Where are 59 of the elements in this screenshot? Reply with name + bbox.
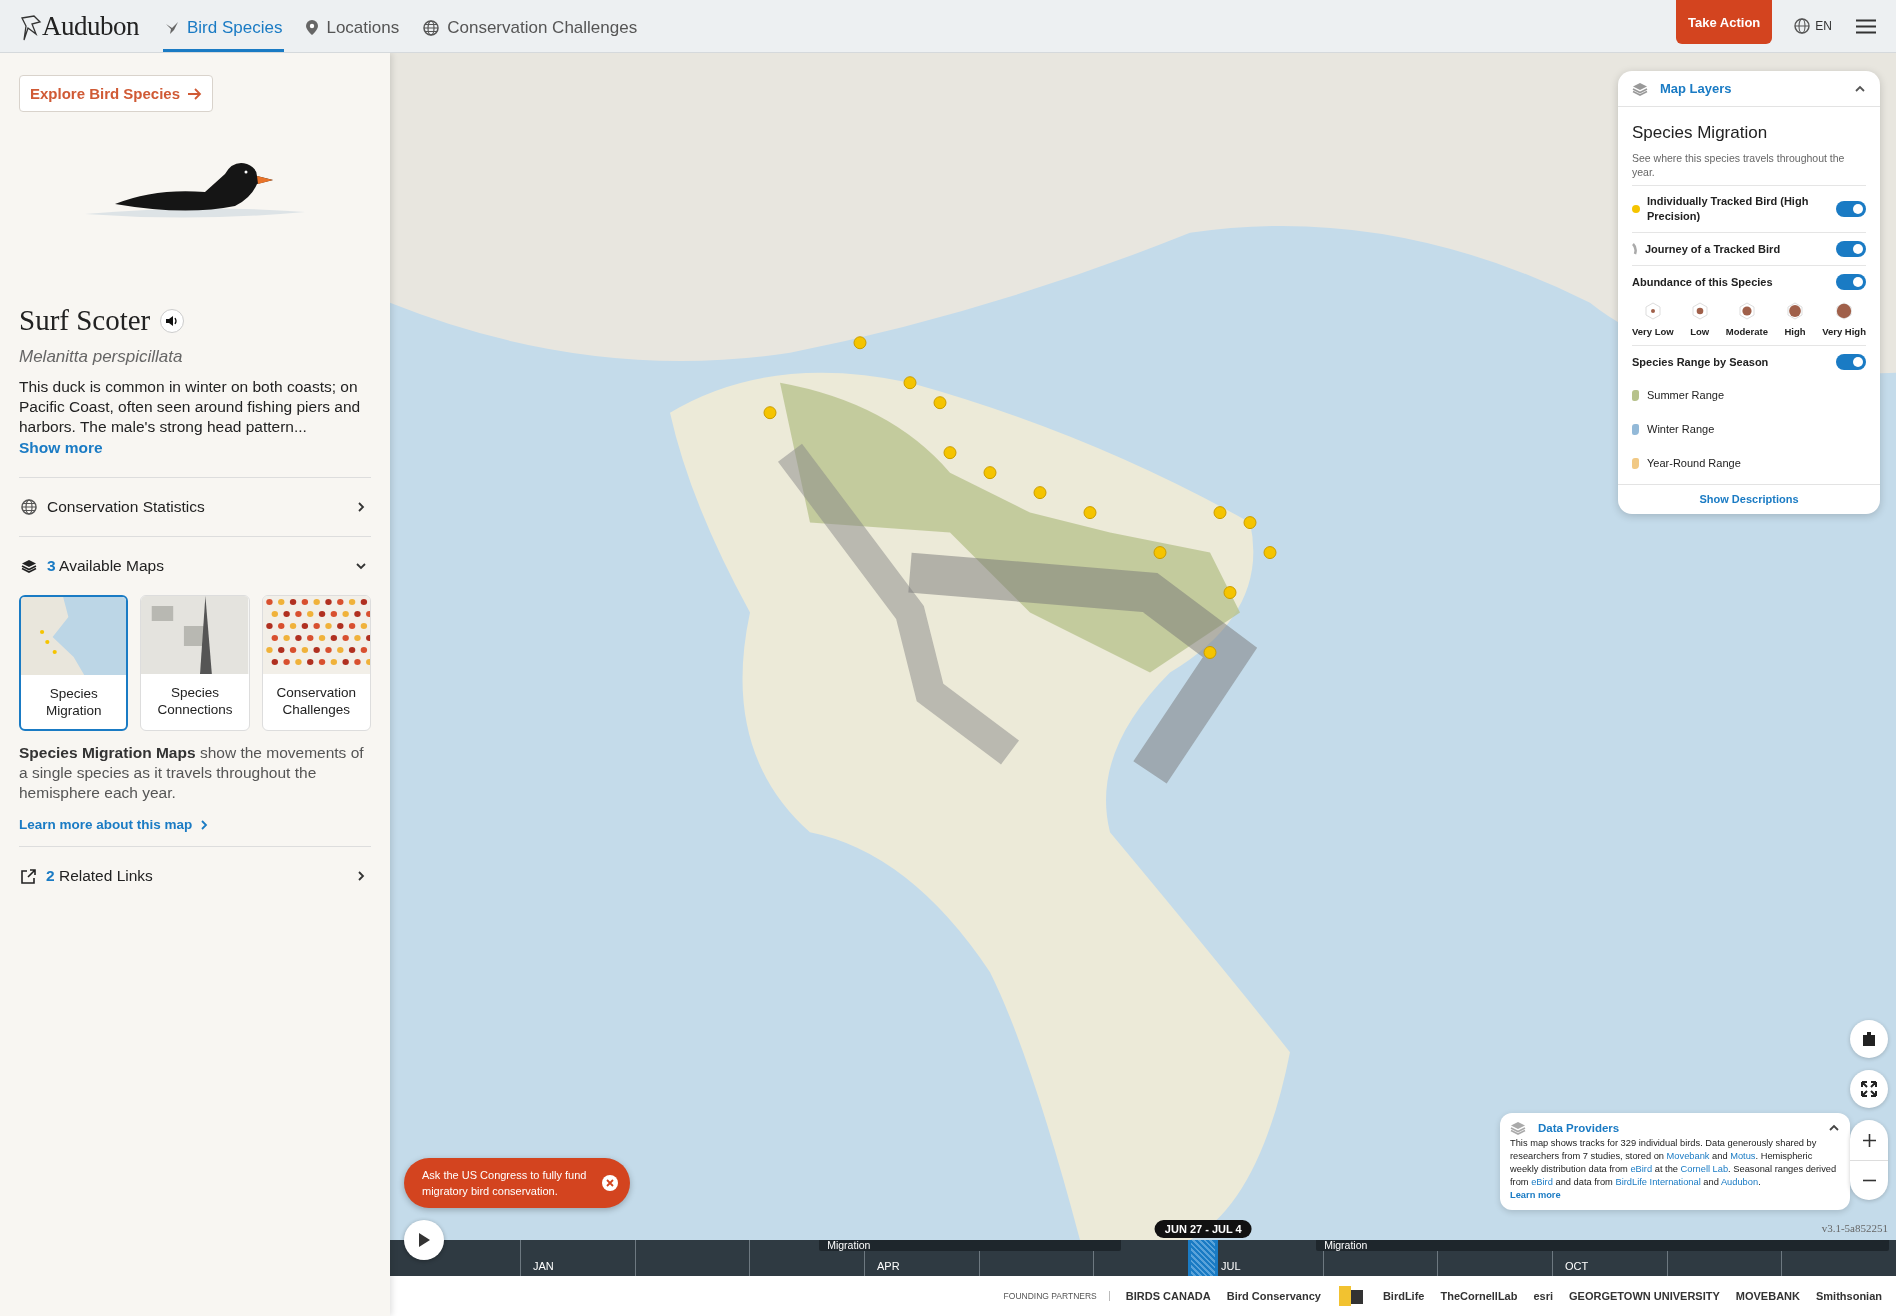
partner-logo[interactable]: BIRDS CANADA — [1125, 1290, 1211, 1302]
map-description: Species Migration Maps show the movements of a single species as it travels throughout the hemisphere each year. — [19, 743, 365, 803]
layer-label: Abundance of this Species — [1632, 274, 1774, 290]
language-button[interactable]: EN — [1788, 17, 1838, 35]
partner-logo[interactable]: MOVEBANK — [1735, 1290, 1800, 1302]
species-description: This duck is common in winter on both coasts; on Pacific Coast, often seen around fishing piers and harbors. The male's strong head pattern... — [19, 377, 362, 437]
map-card[interactable]: Species Migration — [19, 595, 129, 731]
partner-logo[interactable]: BirdLife — [1382, 1290, 1425, 1302]
conservation-statistics-row[interactable]: Conservation Statistics — [19, 477, 371, 536]
learn-more-link[interactable]: Learn more — [1510, 1190, 1561, 1200]
abundance-label: Very High — [1822, 326, 1866, 337]
abundance-label: High — [1784, 326, 1806, 337]
show-descriptions-button[interactable]: Show Descriptions — [1618, 484, 1880, 514]
logo[interactable]: Audubon — [42, 10, 139, 42]
abundance-label: Very Low — [1632, 326, 1674, 337]
month-label: JUL — [1221, 1260, 1241, 1272]
nav-tab[interactable]: Locations — [304, 0, 402, 52]
learn-more-link[interactable]: Learn more about this map — [19, 817, 371, 832]
month-label: JAN — [533, 1260, 554, 1272]
map-card[interactable]: Conservation Challenges — [261, 595, 371, 731]
layer-label: Species Range by Season — [1632, 354, 1770, 370]
provider-link[interactable]: eBird — [1630, 1164, 1653, 1174]
nav-tab[interactable]: Conservation Challenges — [421, 0, 640, 52]
month-label: OCT — [1565, 1260, 1589, 1272]
show-more-link[interactable]: Show more — [19, 439, 371, 457]
advocacy-banner[interactable]: Ask the US Congress to fully fund migratory bird conservation. — [404, 1158, 630, 1208]
partner-logo[interactable]: Bird Conservancy — [1226, 1290, 1321, 1302]
layer-label: Individually Tracked Bird (High Precision) — [1647, 194, 1810, 224]
provider-link[interactable]: Movebank — [1666, 1151, 1710, 1161]
date-range-label: JUN 27 - JUL 4 — [1154, 1220, 1252, 1238]
partner-logo[interactable]: TheCornellLab — [1440, 1290, 1518, 1302]
related-links-row[interactable]: 2 Related Links — [19, 846, 371, 905]
partners-label: FOUNDING PARTNERS — [1003, 1291, 1110, 1301]
provider-link[interactable]: Motus — [1730, 1151, 1756, 1161]
species-name: Surf Scoter — [19, 304, 151, 337]
data-providers-text: This map shows tracks for 329 individual birds. Data generously shared by researchers from 7 studies, stored on Movebank and Motus. Hemispheric weekly distribution data from eBird at the Cornell Lab. Seasonal ranges derived from eBird and data from BirdLife International and Audubon. Learn more — [1510, 1137, 1838, 1202]
scientific-name: Melanitta perspicillata — [19, 347, 184, 367]
explore-button[interactable]: Explore Bird Species — [19, 75, 214, 112]
abundance-label: Moderate — [1725, 326, 1768, 337]
range-label: Summer Range — [1647, 389, 1725, 401]
range-label: Year-Round Range — [1647, 457, 1741, 469]
layers-subtitle: See where this species travels throughout the year. — [1632, 151, 1846, 179]
map-layers-header[interactable]: Map Layers — [1618, 71, 1880, 106]
take-action-button[interactable]: Take Action — [1676, 0, 1773, 44]
layers-heading: Species Migration — [1632, 123, 1769, 143]
abundance-label: Low — [1690, 326, 1710, 337]
provider-link[interactable]: eBird — [1531, 1177, 1553, 1187]
partner-logo[interactable]: GEORGETOWN UNIVERSITY — [1569, 1290, 1720, 1302]
migration-period: Migration — [1316, 1240, 1890, 1251]
month-label: APR — [877, 1260, 900, 1272]
range-label: Winter Range — [1647, 423, 1715, 435]
provider-link[interactable]: BirdLife International — [1615, 1177, 1701, 1187]
layer-label: Journey of a Tracked Bird — [1645, 241, 1782, 257]
version-label: v3.1-5a852251 — [1821, 1222, 1888, 1234]
migration-period: Migration — [819, 1240, 1122, 1251]
map-card[interactable]: Species Connections — [140, 595, 250, 731]
partner-logo[interactable]: Smithsonian — [1816, 1290, 1882, 1302]
data-providers-title[interactable]: Data Providers — [1538, 1122, 1816, 1134]
partner-logo[interactable]: esri — [1533, 1290, 1554, 1302]
